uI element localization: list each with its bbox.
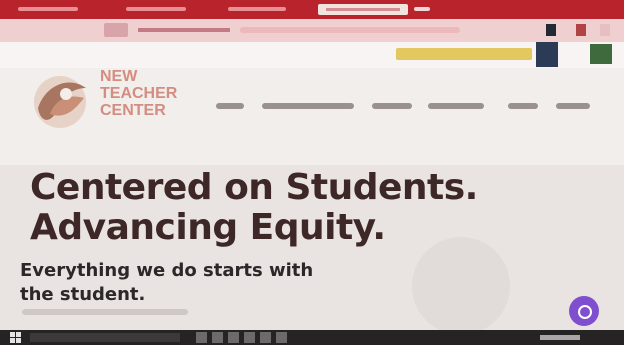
site-logo-icon[interactable] — [26, 68, 98, 134]
taskbar — [0, 330, 624, 345]
hero-headline-line2: Advancing Equity. — [30, 207, 386, 248]
top-bar — [0, 0, 624, 19]
taskbar-search[interactable] — [30, 333, 180, 342]
nav-item[interactable] — [262, 103, 354, 109]
browser-tab[interactable] — [104, 23, 128, 37]
taskbar-app-icon[interactable] — [212, 332, 223, 343]
taskbar-app-icon[interactable] — [260, 332, 271, 343]
browser-address-bar[interactable] — [0, 19, 624, 42]
hero-headline-line1: Centered on Students. — [30, 167, 478, 208]
top-bar-button[interactable] — [318, 4, 408, 15]
hero-subheading-line1: Everything we do starts with — [20, 260, 314, 281]
nav-item[interactable] — [372, 103, 412, 109]
hero-subheading-line2: the student. — [20, 284, 146, 305]
browser-action-icon[interactable] — [546, 24, 556, 36]
nav-item[interactable] — [508, 103, 538, 109]
taskbar-clock[interactable] — [540, 335, 580, 340]
taskbar-app-icon[interactable] — [196, 332, 207, 343]
browser-action-icon[interactable] — [600, 24, 610, 36]
nav-item[interactable] — [428, 103, 484, 109]
donate-button[interactable] — [396, 48, 532, 60]
nav-item[interactable] — [216, 103, 244, 109]
windows-start-icon[interactable] — [10, 332, 21, 343]
browser-action-icon[interactable] — [576, 24, 586, 36]
hero-faint-text — [22, 309, 188, 315]
nav-item[interactable] — [556, 103, 590, 109]
taskbar-app-icon[interactable] — [276, 332, 287, 343]
site-logo-text[interactable]: NEW TEACHER CENTER — [100, 68, 192, 119]
utility-button[interactable] — [536, 42, 558, 67]
taskbar-app-icon[interactable] — [244, 332, 255, 343]
taskbar-app-icon[interactable] — [228, 332, 239, 343]
utility-button[interactable] — [590, 44, 612, 64]
hero-decor — [412, 237, 510, 335]
url-text[interactable] — [138, 28, 230, 32]
chat-icon[interactable] — [569, 296, 599, 326]
